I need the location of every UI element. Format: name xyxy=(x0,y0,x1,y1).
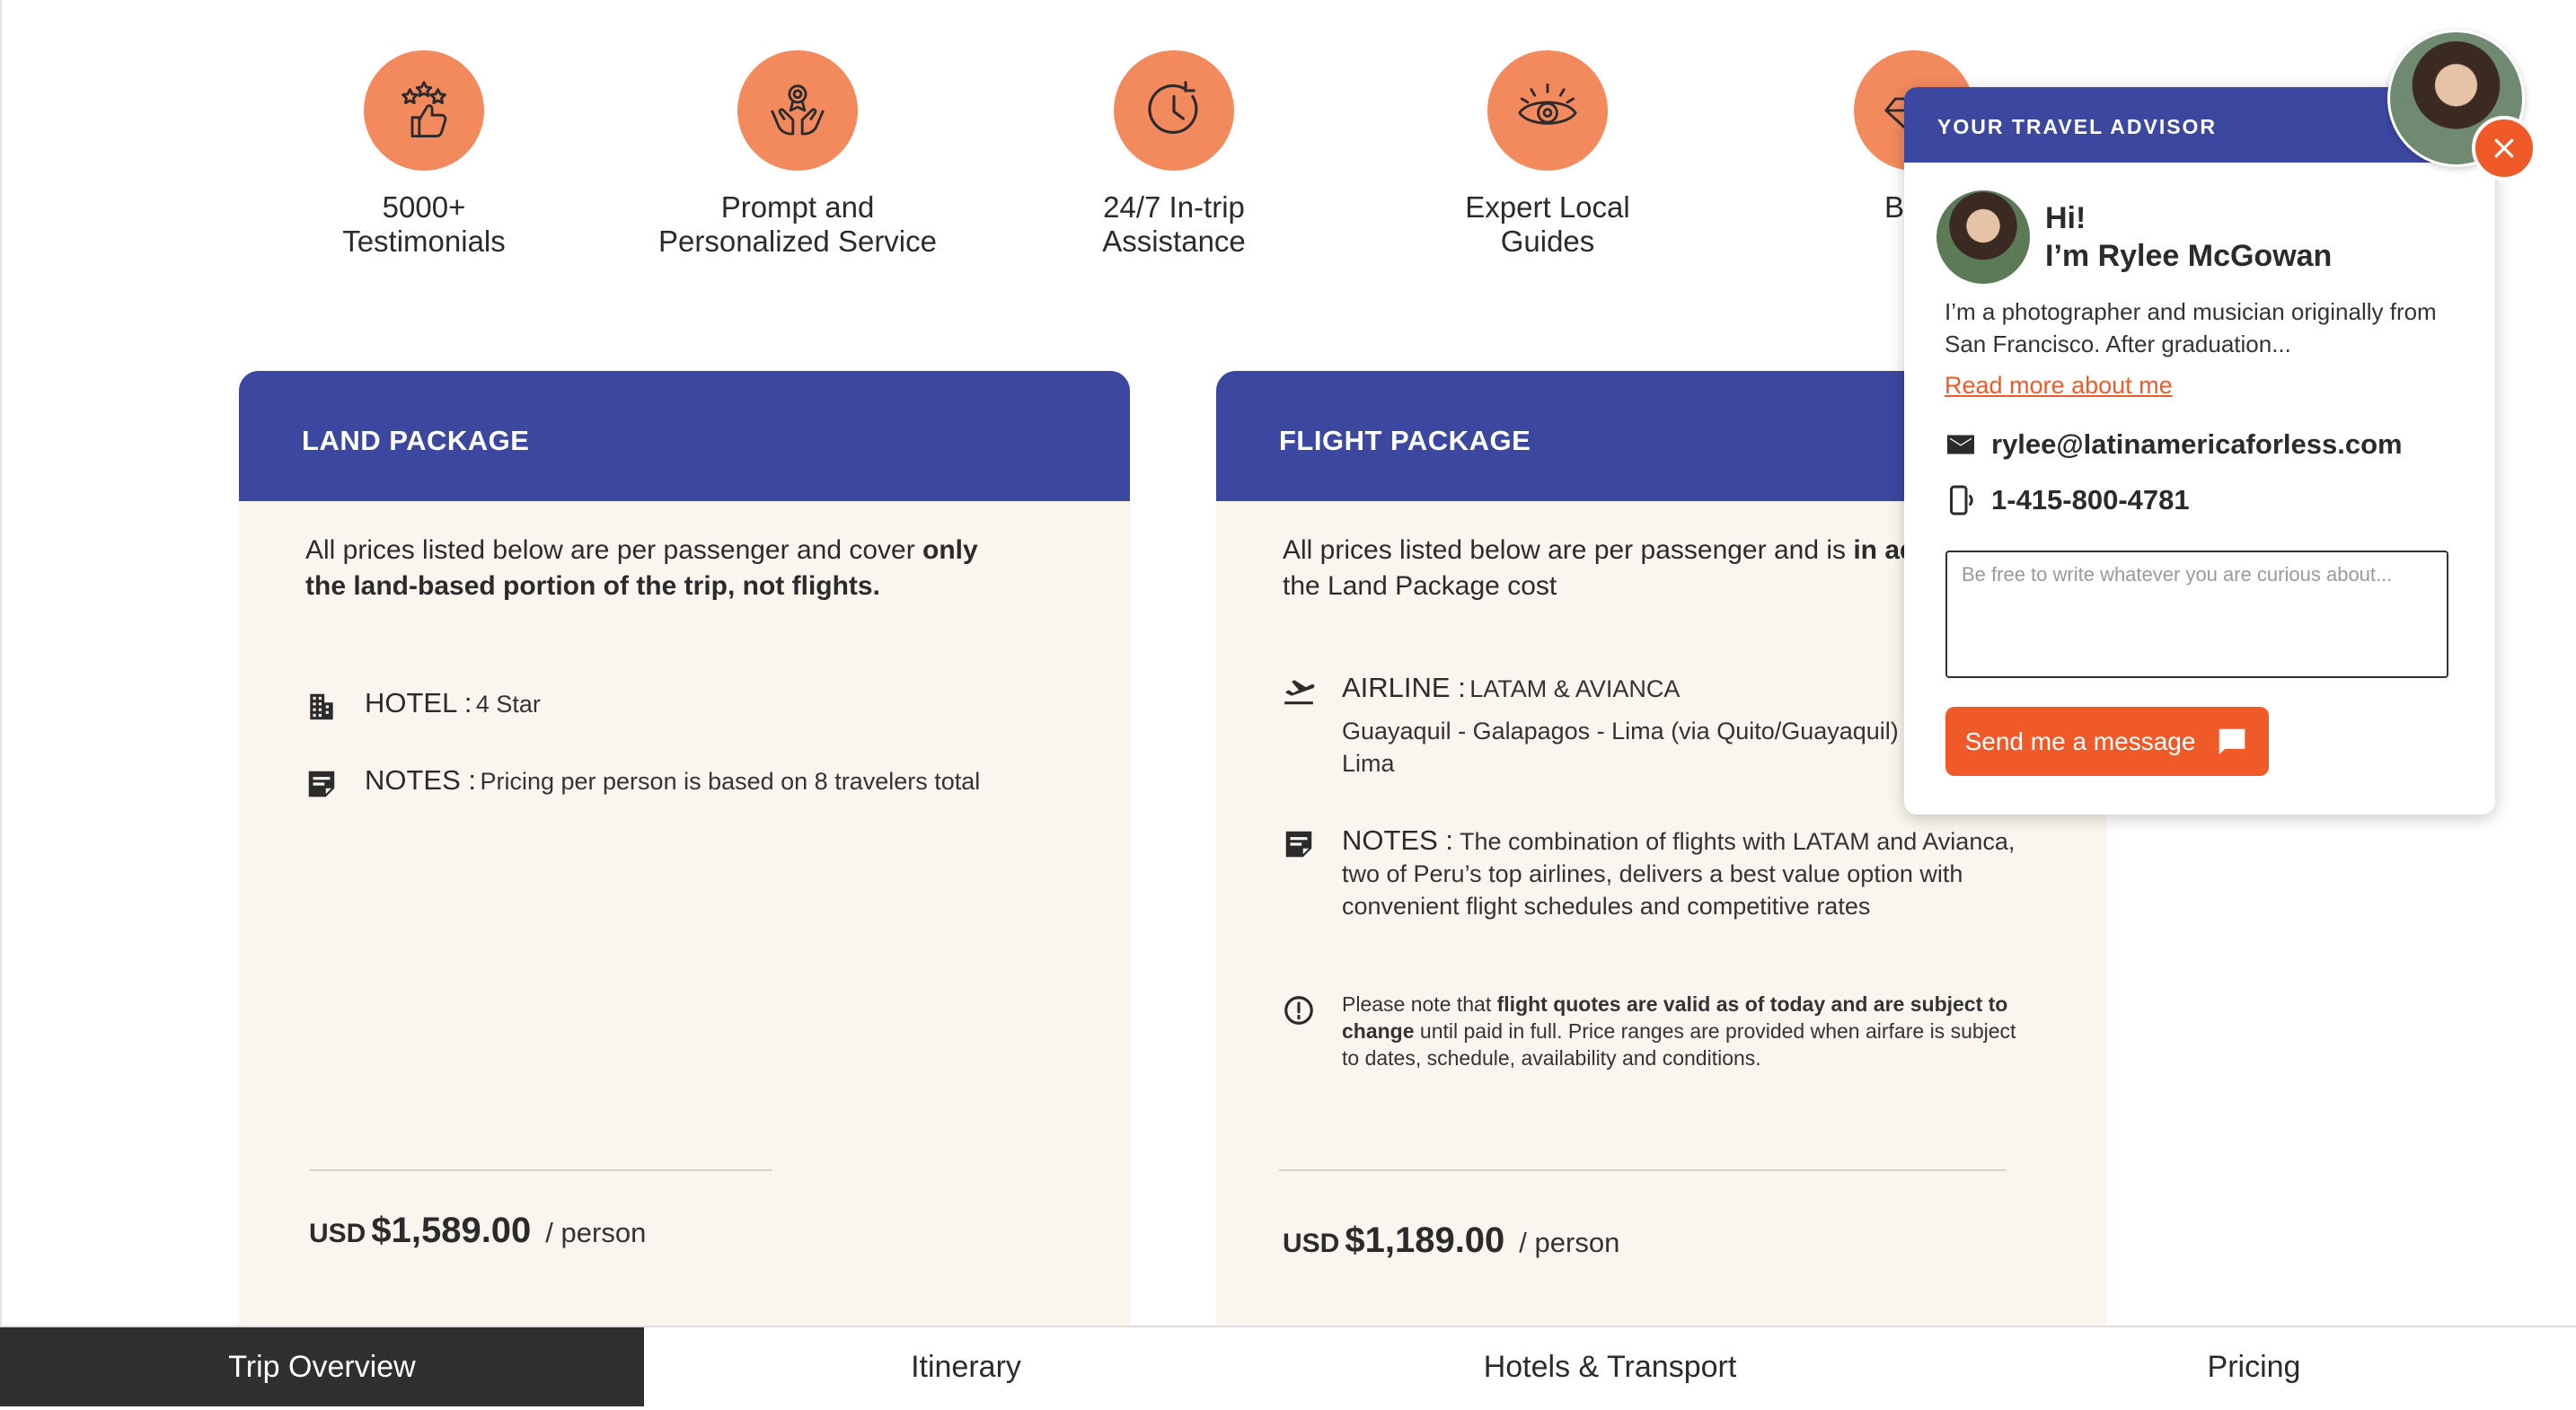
clock-cycle-icon xyxy=(1114,50,1234,171)
phone-icon xyxy=(1950,485,1973,516)
advisor-name: I’m Rylee McGowan xyxy=(2045,239,2333,273)
tab-trip-overview[interactable]: Trip Overview xyxy=(0,1327,644,1406)
advisor-email[interactable]: rylee@latinamericaforless.com xyxy=(1945,428,2403,461)
hands-award-icon xyxy=(737,50,858,171)
price-divider xyxy=(1279,1169,2007,1171)
land-package-card: LAND PACKAGE All prices listed below are… xyxy=(239,371,1130,1332)
price-amount: $1,589.00 xyxy=(371,1211,532,1250)
info-alert-icon xyxy=(1279,991,1319,1030)
flight-price: USD $1,189.00 / person xyxy=(1283,1221,1619,1261)
note-icon xyxy=(302,764,341,804)
mail-icon xyxy=(1947,435,1974,454)
flight-notes-row: NOTES : The combination of flights with … xyxy=(1279,824,2025,922)
flight-package-intro: All prices listed below are per passenge… xyxy=(1283,533,1965,604)
feature-testimonials: 5000+ Testimonials xyxy=(235,50,613,259)
plane-takeoff-icon xyxy=(1279,672,1319,711)
price-currency: USD xyxy=(309,1219,366,1248)
chat-icon xyxy=(2219,728,2245,754)
feature-line1: Expert Local xyxy=(1465,190,1630,224)
close-button[interactable] xyxy=(2472,116,2536,181)
notes-value: Pricing per person is based on 8 travele… xyxy=(480,768,981,795)
land-price: USD $1,589.00 / person xyxy=(309,1211,646,1251)
close-icon xyxy=(2494,138,2514,158)
tab-itinerary[interactable]: Itinerary xyxy=(644,1327,1288,1406)
notes-row: NOTES : Pricing per person is based on 8… xyxy=(302,764,980,804)
disclaimer-text: Please note that flight quotes are valid… xyxy=(1342,991,2025,1071)
feature-line2: Personalized Service xyxy=(658,225,937,258)
price-per: / person xyxy=(545,1217,647,1248)
disclaimer-row: Please note that flight quotes are valid… xyxy=(1279,991,2025,1071)
eye-icon xyxy=(1487,50,1608,171)
airline-label: AIRLINE : xyxy=(1342,672,1466,703)
feature-guides: Expert Local Guides xyxy=(1359,50,1736,259)
flight-notes: NOTES : The combination of flights with … xyxy=(1342,824,2025,922)
email-text: rylee@latinamericaforless.com xyxy=(1991,428,2403,460)
hotel-value: 4 Star xyxy=(475,691,541,718)
intro-line1: All prices listed below are per passenge… xyxy=(1283,535,1916,565)
feature-line2: Guides xyxy=(1500,225,1595,258)
feature-line1: Prompt and xyxy=(720,190,875,224)
disclaimer-prefix: Please note that xyxy=(1342,992,1497,1016)
note-icon xyxy=(1279,824,1319,864)
price-amount: $1,189.00 xyxy=(1345,1221,1505,1260)
hotel-label: HOTEL : xyxy=(365,687,472,718)
notes-label: NOTES : xyxy=(365,764,477,796)
airline-value: LATAM & AVIANCA xyxy=(1469,675,1681,702)
bottom-tab-bar: Trip Overview Itinerary Hotels & Transpo… xyxy=(0,1326,2576,1406)
airline-route: Guayaquil - Galapagos - Lima (via Quito/… xyxy=(1342,718,1914,777)
greeting-hi: Hi! xyxy=(2045,201,2086,235)
avatar xyxy=(1936,190,2030,284)
intro-line2: the Land Package cost xyxy=(1283,571,1557,601)
notes-label: NOTES : xyxy=(1342,824,1454,856)
feature-line2: Testimonials xyxy=(342,225,506,258)
feature-line2: Assistance xyxy=(1102,225,1246,258)
price-per: / person xyxy=(1519,1227,1620,1258)
travel-advisor-panel: YOUR TRAVEL ADVISOR Hi! I’m Rylee McGowa… xyxy=(1904,87,2495,815)
feature-line1: 24/7 In-trip xyxy=(1103,190,1245,224)
land-package-intro: All prices listed below are per passenge… xyxy=(305,533,1024,604)
phone-text: 1-415-800-4781 xyxy=(1991,484,2190,516)
disclaimer-rest: until paid in full. Price ranges are pro… xyxy=(1342,1019,2016,1070)
advisor-greeting: Hi! I’m Rylee McGowan xyxy=(2045,199,2332,275)
feature-assistance: 24/7 In-trip Assistance xyxy=(985,50,1363,259)
features-row: 5000+ Testimonials Prompt and Personaliz… xyxy=(0,50,1976,266)
tab-hotels-transport[interactable]: Hotels & Transport xyxy=(1288,1327,1932,1406)
feature-line1: 5000+ xyxy=(382,190,466,224)
intro-text: All prices listed below are per passenge… xyxy=(1283,535,1854,565)
hotel-row: HOTEL : 4 Star xyxy=(302,687,541,727)
building-icon xyxy=(302,687,341,727)
message-input[interactable] xyxy=(1945,551,2448,678)
land-package-title: LAND PACKAGE xyxy=(239,371,1130,501)
advisor-bio: I’m a photographer and musician original… xyxy=(1945,298,2437,357)
intro-text: All prices listed below are per passenge… xyxy=(305,535,923,565)
read-more-link[interactable]: Read more about me xyxy=(1945,372,2173,400)
send-label: Send me a message xyxy=(1964,727,2196,755)
price-currency: USD xyxy=(1283,1229,1340,1258)
price-divider xyxy=(309,1169,772,1171)
advisor-phone[interactable]: 1-415-800-4781 xyxy=(1945,484,2190,516)
thumbs-up-stars-icon xyxy=(364,50,484,171)
send-message-button[interactable]: Send me a message xyxy=(1945,707,2269,776)
airline-row: AIRLINE : LATAM & AVIANCA Guayaquil - Ga… xyxy=(1279,672,1917,780)
feature-service: Prompt and Personalized Service xyxy=(609,50,986,259)
tab-pricing[interactable]: Pricing xyxy=(1932,1327,2576,1406)
